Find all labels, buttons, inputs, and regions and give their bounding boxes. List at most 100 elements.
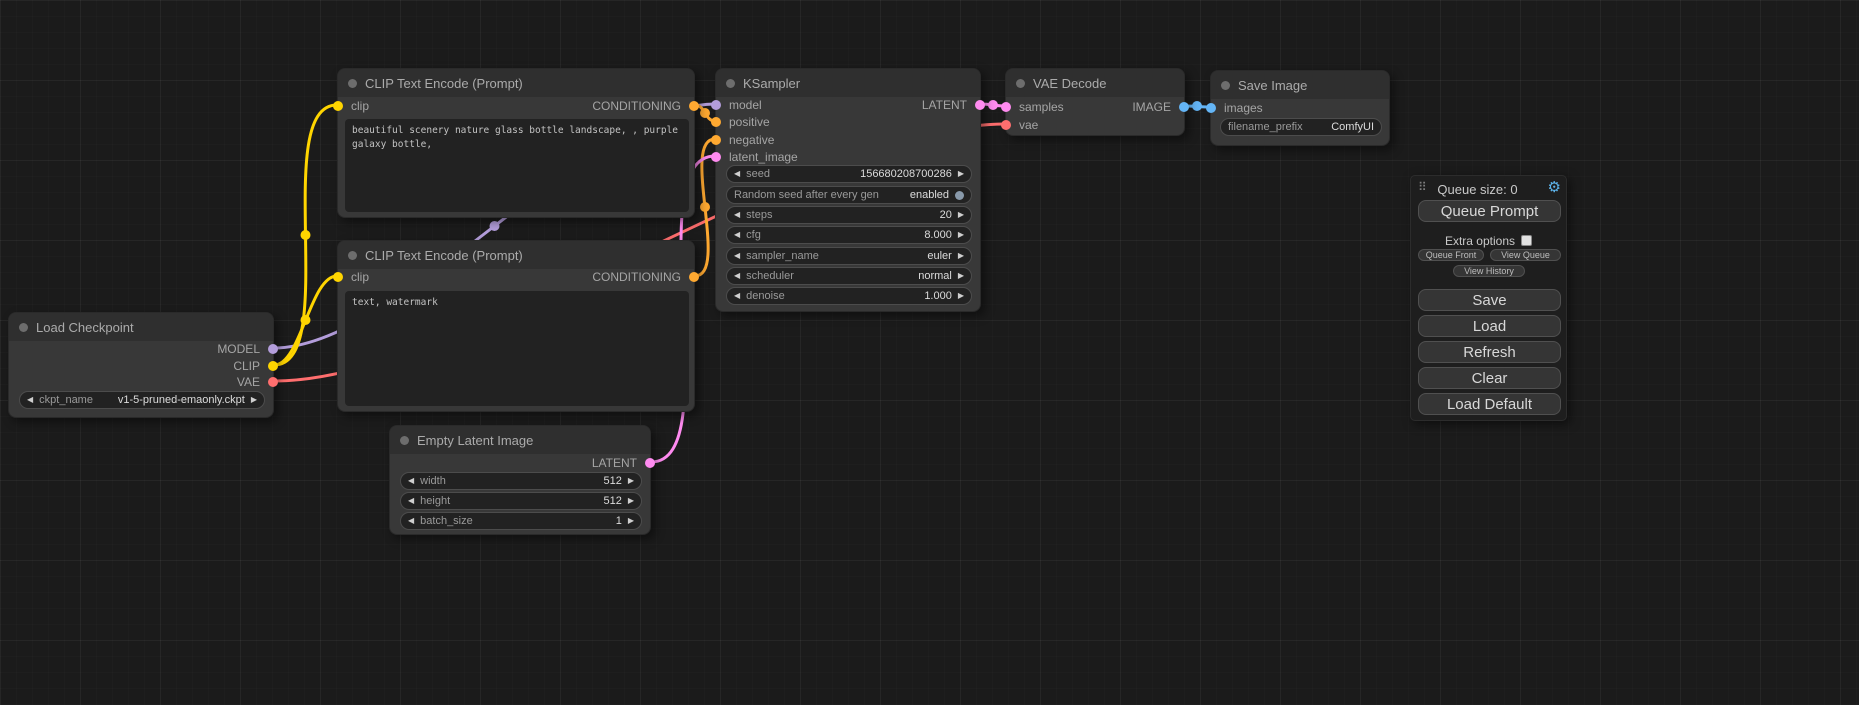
output-slot-label-conditioning: CONDITIONING — [592, 270, 681, 284]
queue-front-button[interactable]: Queue Front — [1418, 249, 1484, 261]
extra-options-checkbox[interactable] — [1521, 235, 1532, 246]
output-slot-latent[interactable] — [645, 458, 655, 468]
view-history-button[interactable]: View History — [1453, 265, 1525, 277]
widget-cfg[interactable]: ◀ cfg 8.000 ▶ — [726, 226, 972, 244]
settings-gear-icon[interactable]: ⚙ — [1548, 179, 1561, 197]
input-slot-clip[interactable] — [333, 101, 343, 111]
link-midpoint-dot — [988, 100, 998, 110]
widget-scheduler[interactable]: ◀ scheduler normal ▶ — [726, 267, 972, 285]
node-vae-decode[interactable]: VAE Decode samples vae IMAGE — [1005, 68, 1185, 136]
node-clip-text-encode-positive[interactable]: CLIP Text Encode (Prompt) clip CONDITION… — [337, 68, 695, 218]
queue-prompt-button[interactable]: Queue Prompt — [1418, 200, 1561, 222]
decrement-arrow-icon[interactable]: ◀ — [408, 512, 414, 530]
decrement-arrow-icon[interactable]: ◀ — [27, 391, 33, 409]
node-clip-text-encode-negative[interactable]: CLIP Text Encode (Prompt) clip CONDITION… — [337, 240, 695, 412]
output-slot-clip[interactable] — [268, 361, 278, 371]
output-slot-latent[interactable] — [975, 100, 985, 110]
decrement-arrow-icon[interactable]: ◀ — [408, 492, 414, 510]
widget-height[interactable]: ◀ height 512 ▶ — [400, 492, 642, 510]
node-save-image[interactable]: Save Image images filename_prefix ComfyU… — [1210, 70, 1390, 146]
node-title-bar[interactable]: Load Checkpoint — [9, 313, 273, 341]
increment-arrow-icon[interactable]: ▶ — [958, 206, 964, 224]
output-slot-model[interactable] — [268, 344, 278, 354]
input-slot-label-images: images — [1224, 101, 1263, 115]
node-load-checkpoint[interactable]: Load Checkpoint MODEL CLIP VAE ◀ ckpt_na… — [8, 312, 274, 418]
refresh-button[interactable]: Refresh — [1418, 341, 1561, 363]
node-status-dot-icon[interactable] — [348, 79, 357, 88]
load-default-button[interactable]: Load Default — [1418, 393, 1561, 415]
increment-arrow-icon[interactable]: ▶ — [958, 165, 964, 183]
output-slot-conditioning[interactable] — [689, 272, 699, 282]
increment-arrow-icon[interactable]: ▶ — [958, 247, 964, 265]
decrement-arrow-icon[interactable]: ◀ — [734, 247, 740, 265]
view-queue-button[interactable]: View Queue — [1490, 249, 1561, 261]
widget-value: 20 — [940, 209, 952, 221]
decrement-arrow-icon[interactable]: ◀ — [734, 206, 740, 224]
increment-arrow-icon[interactable]: ▶ — [251, 391, 257, 409]
input-slot-label-model: model — [729, 98, 762, 112]
node-title-bar[interactable]: Empty Latent Image — [390, 426, 650, 454]
queue-menu-panel: ⠿ Queue size: 0 ⚙ Queue Prompt Extra opt… — [1410, 175, 1567, 421]
node-graph-canvas[interactable]: Load Checkpoint MODEL CLIP VAE ◀ ckpt_na… — [0, 0, 1859, 705]
link-midpoint-dot — [700, 108, 710, 118]
increment-arrow-icon[interactable]: ▶ — [628, 472, 634, 490]
prompt-textarea[interactable]: beautiful scenery nature glass bottle la… — [345, 119, 689, 212]
node-title-bar[interactable]: VAE Decode — [1006, 69, 1184, 97]
widget-steps[interactable]: ◀ steps 20 ▶ — [726, 206, 972, 224]
widget-random-seed-toggle[interactable]: Random seed after every gen enabled — [726, 186, 972, 204]
input-slot-negative[interactable] — [711, 135, 721, 145]
node-status-dot-icon[interactable] — [1016, 79, 1025, 88]
widget-batch-size[interactable]: ◀ batch_size 1 ▶ — [400, 512, 642, 530]
node-title-bar[interactable]: KSampler — [716, 69, 980, 97]
input-slot-clip[interactable] — [333, 272, 343, 282]
widget-value: 512 — [603, 475, 621, 487]
widget-filename-prefix[interactable]: filename_prefix ComfyUI — [1220, 118, 1382, 136]
node-ksampler[interactable]: KSampler model positive negative latent_… — [715, 68, 981, 312]
output-slot-label-clip: CLIP — [233, 359, 260, 373]
output-slot-label-latent: LATENT — [922, 98, 967, 112]
widget-seed[interactable]: ◀ seed 156680208700286 ▶ — [726, 165, 972, 183]
increment-arrow-icon[interactable]: ▶ — [628, 492, 634, 510]
load-button[interactable]: Load — [1418, 315, 1561, 337]
input-slot-vae[interactable] — [1001, 120, 1011, 130]
output-slot-conditioning[interactable] — [689, 101, 699, 111]
input-slot-latent-image[interactable] — [711, 152, 721, 162]
input-slot-positive[interactable] — [711, 117, 721, 127]
node-status-dot-icon[interactable] — [726, 79, 735, 88]
toggle-on-icon[interactable] — [955, 191, 964, 200]
node-status-dot-icon[interactable] — [348, 251, 357, 260]
node-title-bar[interactable]: CLIP Text Encode (Prompt) — [338, 241, 694, 269]
node-status-dot-icon[interactable] — [400, 436, 409, 445]
clear-button[interactable]: Clear — [1418, 367, 1561, 389]
decrement-arrow-icon[interactable]: ◀ — [408, 472, 414, 490]
widget-label: denoise — [746, 290, 785, 302]
input-slot-label-clip: clip — [351, 99, 369, 113]
prompt-textarea[interactable]: text, watermark — [345, 291, 689, 406]
increment-arrow-icon[interactable]: ▶ — [958, 287, 964, 305]
increment-arrow-icon[interactable]: ▶ — [958, 267, 964, 285]
node-status-dot-icon[interactable] — [19, 323, 28, 332]
input-slot-images[interactable] — [1206, 103, 1216, 113]
widget-sampler-name[interactable]: ◀ sampler_name euler ▶ — [726, 247, 972, 265]
save-button[interactable]: Save — [1418, 289, 1561, 311]
increment-arrow-icon[interactable]: ▶ — [958, 226, 964, 244]
decrement-arrow-icon[interactable]: ◀ — [734, 267, 740, 285]
output-slot-image[interactable] — [1179, 102, 1189, 112]
output-slot-vae[interactable] — [268, 377, 278, 387]
input-slot-samples[interactable] — [1001, 102, 1011, 112]
widget-value: 512 — [603, 495, 621, 507]
node-empty-latent-image[interactable]: Empty Latent Image LATENT ◀ width 512 ▶ … — [389, 425, 651, 535]
decrement-arrow-icon[interactable]: ◀ — [734, 165, 740, 183]
node-title-bar[interactable]: CLIP Text Encode (Prompt) — [338, 69, 694, 97]
widget-denoise[interactable]: ◀ denoise 1.000 ▶ — [726, 287, 972, 305]
queue-size-label: Queue size: 0 — [1411, 182, 1544, 197]
node-status-dot-icon[interactable] — [1221, 81, 1230, 90]
input-slot-model[interactable] — [711, 100, 721, 110]
widget-width[interactable]: ◀ width 512 ▶ — [400, 472, 642, 490]
widget-value: 1 — [616, 515, 622, 527]
increment-arrow-icon[interactable]: ▶ — [628, 512, 634, 530]
decrement-arrow-icon[interactable]: ◀ — [734, 226, 740, 244]
widget-ckpt-name[interactable]: ◀ ckpt_name v1-5-pruned-emaonly.ckpt ▶ — [19, 391, 265, 409]
decrement-arrow-icon[interactable]: ◀ — [734, 287, 740, 305]
node-title-bar[interactable]: Save Image — [1211, 71, 1389, 99]
